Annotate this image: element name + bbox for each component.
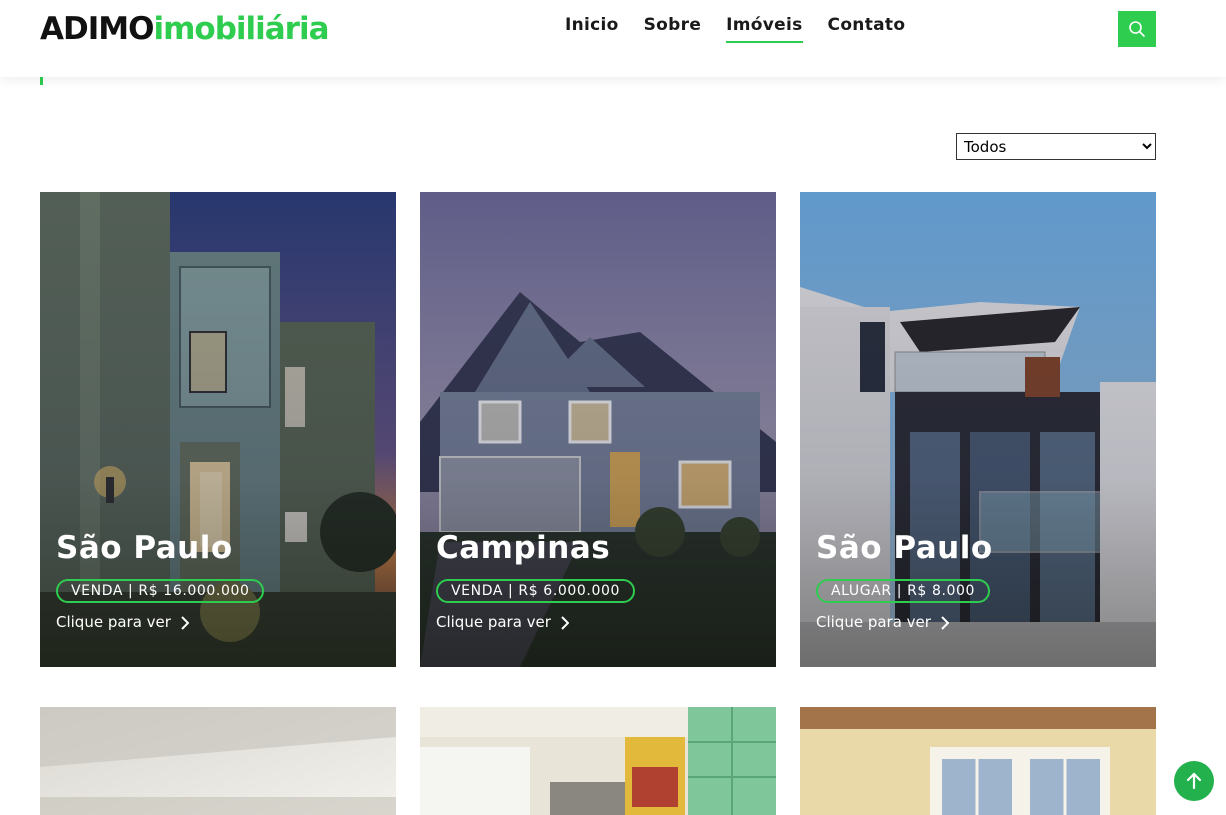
listing-city: São Paulo bbox=[816, 530, 993, 566]
arrow-up-icon bbox=[1186, 772, 1202, 790]
logo[interactable]: ADIMOimobiliária bbox=[40, 10, 330, 48]
property-image bbox=[420, 707, 776, 815]
main-nav: Inicio Sobre Imóveis Contato bbox=[565, 13, 930, 43]
logo-text-primary: ADIMO bbox=[40, 11, 154, 47]
view-listing-label: Clique para ver bbox=[436, 613, 551, 631]
site-header: ADIMOimobiliária Inicio Sobre Imóveis Co… bbox=[0, 0, 1226, 77]
view-listing-label: Clique para ver bbox=[816, 613, 931, 631]
view-listing-link[interactable]: Clique para ver bbox=[56, 613, 189, 631]
listing-badge: VENDA | R$ 6.000.000 bbox=[436, 579, 635, 603]
property-card[interactable]: São Paulo ALUGAR | R$ 8.000 Clique para … bbox=[800, 192, 1156, 667]
scroll-to-top-button[interactable] bbox=[1174, 761, 1214, 801]
chevron-right-icon bbox=[941, 615, 949, 630]
view-listing-link[interactable]: Clique para ver bbox=[816, 613, 949, 631]
nav-item-inicio[interactable]: Inicio bbox=[565, 13, 619, 43]
property-card[interactable] bbox=[420, 707, 776, 815]
nav-item-sobre[interactable]: Sobre bbox=[644, 13, 702, 43]
nav-item-contato[interactable]: Contato bbox=[828, 13, 906, 43]
listing-badge: VENDA | R$ 16.000.000 bbox=[56, 579, 265, 603]
chevron-right-icon bbox=[561, 615, 569, 630]
property-filter-select[interactable]: Todos bbox=[956, 133, 1156, 160]
property-card[interactable]: São Paulo VENDA | R$ 16.000.000 Clique p… bbox=[40, 192, 396, 667]
listing-city: Campinas bbox=[436, 530, 611, 566]
nav-item-imoveis[interactable]: Imóveis bbox=[726, 13, 803, 43]
logo-text-secondary: imobiliária bbox=[153, 11, 329, 47]
view-listing-link[interactable]: Clique para ver bbox=[436, 613, 569, 631]
property-card[interactable] bbox=[40, 707, 396, 815]
property-card[interactable]: Campinas VENDA | R$ 6.000.000 Clique par… bbox=[420, 192, 776, 667]
property-image bbox=[800, 707, 1156, 815]
section-accent-bar bbox=[40, 77, 43, 85]
property-image bbox=[40, 707, 396, 815]
chevron-right-icon bbox=[181, 615, 189, 630]
listing-city: São Paulo bbox=[56, 530, 233, 566]
view-listing-label: Clique para ver bbox=[56, 613, 171, 631]
search-button[interactable] bbox=[1118, 11, 1156, 47]
property-card[interactable] bbox=[800, 707, 1156, 815]
listing-badge: ALUGAR | R$ 8.000 bbox=[816, 579, 991, 603]
search-icon bbox=[1129, 21, 1145, 37]
